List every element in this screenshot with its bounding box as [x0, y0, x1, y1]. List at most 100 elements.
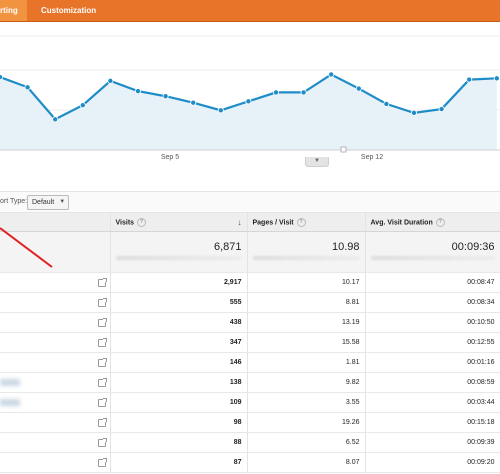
data-point — [190, 99, 197, 106]
table-row[interactable]: 109 3.55 00:03:44 — [0, 392, 500, 413]
table-row[interactable]: 88 6.52 00:09:39 — [0, 432, 500, 453]
data-point — [438, 106, 445, 113]
table-row[interactable]: 98 19.26 00:15:18 — [0, 412, 500, 433]
row-visits: 98 — [110, 412, 248, 433]
table-row[interactable]: 2,917 10.17 00:08:47 — [0, 272, 500, 293]
row-dimension-cell — [0, 292, 111, 313]
row-visits: 109 — [110, 392, 248, 413]
total-visits-value: 6,871 — [213, 241, 242, 253]
x-tick-label: Sep 5 — [161, 154, 179, 161]
row-dimension-cell — [0, 412, 111, 433]
redacted-subtext — [370, 256, 495, 260]
total-pages-per-visit: 10.98 — [247, 231, 366, 273]
data-point — [217, 107, 224, 114]
row-dimension-cell — [0, 392, 111, 413]
data-point — [383, 100, 390, 107]
annotation-marker — [340, 146, 347, 153]
tab-reporting[interactable]: rting — [0, 0, 27, 21]
annotation-arrow-line — [0, 227, 53, 268]
avg-visit-duration-header-label: Avg. Visit Duration — [370, 218, 433, 226]
row-pages-per-visit: 9.82 — [247, 372, 366, 393]
chart-collapse-handle[interactable]: ▼ — [305, 157, 329, 167]
external-link-icon[interactable] — [97, 298, 107, 307]
data-point — [493, 75, 500, 82]
external-link-icon[interactable] — [97, 458, 107, 467]
help-icon[interactable]: ? — [435, 217, 445, 227]
external-link-icon[interactable] — [97, 438, 107, 447]
row-dimension-cell — [0, 272, 111, 293]
row-dimension-cell — [0, 332, 111, 353]
avg-visit-duration-header[interactable]: Avg. Visit Duration? — [365, 213, 500, 232]
total-avg-visit-duration: 00:09:36 — [365, 231, 500, 273]
row-dimension-cell — [0, 352, 111, 373]
data-point — [79, 102, 86, 109]
row-avg-visit-duration: 00:12:55 — [365, 332, 500, 353]
total-pages-per-visit-value: 10.98 — [331, 241, 360, 253]
row-avg-visit-duration: 00:08:34 — [365, 292, 500, 313]
row-dimension-cell — [0, 452, 111, 473]
data-point — [300, 89, 307, 96]
row-pages-per-visit: 15.58 — [247, 332, 366, 353]
row-pages-per-visit: 8.81 — [247, 292, 366, 313]
tab-bar: rting Customization — [0, 0, 500, 22]
external-link-icon[interactable] — [97, 358, 107, 367]
row-avg-visit-duration: 00:09:20 — [365, 452, 500, 473]
row-dimension-cell — [0, 372, 111, 393]
external-link-icon[interactable] — [97, 338, 107, 347]
report-type-value: Default — [32, 199, 55, 206]
data-point — [107, 77, 114, 84]
row-visits: 555 — [110, 292, 248, 313]
row-visits: 87 — [110, 452, 248, 473]
pages-per-visit-header-label: Pages / Visit — [252, 218, 294, 226]
total-visits: 6,871 — [110, 231, 248, 273]
table-row[interactable]: 138 9.82 00:08:59 — [0, 372, 500, 393]
row-avg-visit-duration: 00:08:59 — [365, 372, 500, 393]
table-row[interactable]: 438 13.19 00:10:50 — [0, 312, 500, 333]
report-type-select[interactable]: Default ▼ — [27, 195, 70, 210]
row-visits: 2,917 — [110, 272, 248, 293]
report-type-label: ort Type: — [0, 198, 28, 205]
row-avg-visit-duration: 00:10:50 — [365, 312, 500, 333]
data-point — [52, 116, 59, 123]
visits-chart: Sep 5 Sep 12 — [0, 22, 500, 182]
visits-header[interactable]: Visits? ↓ — [110, 213, 248, 232]
report-toolbar: ort Type: Default ▼ — [0, 191, 500, 213]
totals-row: 6,871 10.98 00:09:36 — [0, 231, 500, 273]
row-pages-per-visit: 8.07 — [247, 452, 366, 473]
table-row[interactable]: 87 8.07 00:09:20 — [0, 452, 500, 473]
external-link-icon[interactable] — [97, 378, 107, 387]
x-tick-label: Sep 12 — [361, 154, 383, 161]
redacted-value — [0, 399, 20, 406]
table-row[interactable]: 555 8.81 00:08:34 — [0, 292, 500, 313]
external-link-icon[interactable] — [97, 398, 107, 407]
row-avg-visit-duration: 00:09:39 — [365, 432, 500, 453]
data-table: Visits? ↓ Pages / Visit? Avg. Visit Dura… — [0, 213, 500, 473]
redacted-subtext — [115, 256, 242, 260]
external-link-icon[interactable] — [97, 318, 107, 327]
data-point — [24, 84, 31, 91]
external-link-icon[interactable] — [97, 278, 107, 287]
tab-customization[interactable]: Customization — [41, 0, 96, 21]
data-point — [466, 76, 473, 83]
pages-per-visit-header[interactable]: Pages / Visit? — [247, 213, 366, 232]
data-point — [162, 93, 169, 100]
row-pages-per-visit: 19.26 — [247, 412, 366, 433]
data-point — [355, 85, 362, 92]
row-avg-visit-duration: 00:08:47 — [365, 272, 500, 293]
row-pages-per-visit: 1.81 — [247, 352, 366, 373]
help-icon[interactable]: ? — [137, 217, 147, 227]
row-pages-per-visit: 6.52 — [247, 432, 366, 453]
data-point — [272, 89, 279, 96]
row-pages-per-visit: 3.55 — [247, 392, 366, 413]
redacted-value — [0, 379, 20, 386]
row-visits: 88 — [110, 432, 248, 453]
table-row[interactable]: 146 1.81 00:01:16 — [0, 352, 500, 373]
sort-desc-icon[interactable]: ↓ — [238, 218, 242, 227]
row-avg-visit-duration: 00:15:18 — [365, 412, 500, 433]
help-icon[interactable]: ? — [296, 217, 306, 227]
table-row[interactable]: 347 15.58 00:12:55 — [0, 332, 500, 353]
row-visits: 146 — [110, 352, 248, 373]
external-link-icon[interactable] — [97, 418, 107, 427]
data-point — [134, 88, 141, 95]
row-visits: 438 — [110, 312, 248, 333]
